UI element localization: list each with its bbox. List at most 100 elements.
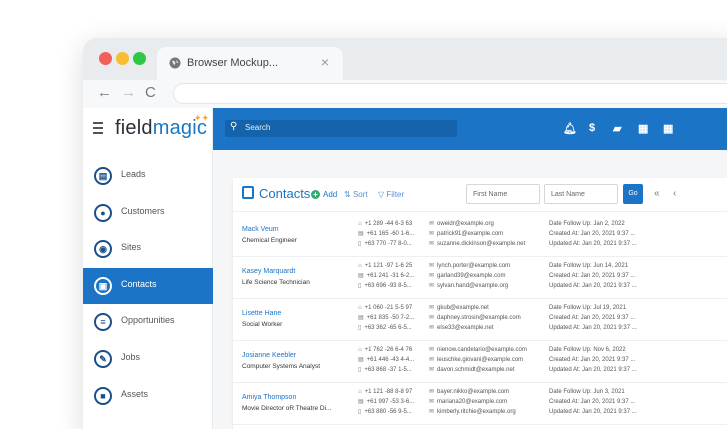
phone-number: +63 880 -56 9-5... <box>364 409 412 415</box>
email-address[interactable]: lynch.porter@example.com <box>437 263 510 269</box>
go-button[interactable]: Go <box>623 184 643 204</box>
email-column: ✉ oweidr@example.org ✉ patrick91@example.co… <box>429 219 525 249</box>
hamburger-menu-icon[interactable] <box>93 122 103 137</box>
globe-icon <box>169 57 181 69</box>
date-info: Updated At: Jan 20, 2021 9:37 ... <box>549 325 637 331</box>
email-column: ✉ nienow.candelario@example.com ✉ leuschke.… <box>429 345 527 375</box>
calendar-icon[interactable]: ▦ <box>638 122 648 135</box>
table-row[interactable]: Amiya Thompson Movie Director oR Theatre … <box>233 384 727 425</box>
email-address[interactable]: sylvan.hand@example.org <box>437 283 508 289</box>
phone-number: +61 241 -31 6-2... <box>366 273 415 279</box>
email-address[interactable]: davon.schmidt@example.net <box>437 367 514 373</box>
phone-icon: ⌂ <box>358 263 362 269</box>
email-address[interactable]: nienow.candelario@example.com <box>437 347 527 353</box>
date-info: Date Follow Up: Jun 14, 2021 <box>549 263 629 269</box>
back-arrow-icon[interactable]: ← <box>97 84 112 101</box>
email-address[interactable]: oweidr@example.org <box>437 221 494 227</box>
sidebar-item-jobs[interactable]: ✎ Jobs <box>83 341 213 377</box>
search-input[interactable]: ⚲ Search <box>225 120 457 137</box>
email-address[interactable]: else33@example.net <box>437 325 493 331</box>
phone-icon: ▤ <box>358 273 364 279</box>
sidebar-item-opportunities[interactable]: ≡ Opportunities <box>83 304 213 340</box>
phone-column: ⌂ +1 289 -44 6-3 63 ▤ +61 165 -60 1-6... ▯ +6… <box>358 219 414 249</box>
close-window-button[interactable] <box>99 52 112 65</box>
mail-icon: ✉ <box>429 231 435 237</box>
briefcase-icon: ■ <box>94 386 112 405</box>
dollar-icon[interactable]: $ <box>589 122 595 134</box>
browser-window: Browser Mockup... × ← → C fieldmagic ✦✦ … <box>83 38 727 429</box>
phone-icon: ▯ <box>358 367 362 373</box>
sort-button[interactable]: ⇅ Sort <box>344 190 368 199</box>
browser-tab-bar: Browser Mockup... × <box>83 38 727 80</box>
contact-name[interactable]: Josianne Keebler <box>242 352 296 359</box>
table-row[interactable]: Kasey Marquardt Life Science Technician ⌂ +… <box>233 258 727 299</box>
brand-header: fieldmagic ✦✦ <box>83 108 213 150</box>
toolbox-icon[interactable]: ▰ <box>613 122 621 135</box>
email-address[interactable]: leuschke.giovani@example.com <box>437 357 523 363</box>
contacts-icon <box>242 186 254 199</box>
prev-page-icon[interactable]: ‹ <box>673 188 676 199</box>
dates-column: Date Follow Up: Jun 3, 2021 Created At: J… <box>549 387 637 417</box>
table-row[interactable]: Lisette Hane Social Worker ⌂ +1 060 -21 5-5… <box>233 300 727 341</box>
browser-tab[interactable]: Browser Mockup... × <box>157 47 343 80</box>
tab-close-icon[interactable]: × <box>321 54 329 70</box>
last-name-input[interactable]: Last Name <box>544 184 618 204</box>
reload-icon[interactable]: C <box>145 84 156 101</box>
contact-name[interactable]: Amiya Thompson <box>242 394 296 401</box>
calendar-icon-2[interactable]: ▦ <box>663 122 673 135</box>
email-address[interactable]: kimberly.ritchie@example.org <box>437 409 516 415</box>
first-name-input[interactable]: First Name <box>466 184 540 204</box>
contact-name[interactable]: Kasey Marquardt <box>242 268 295 275</box>
main-content: Contacts + Add ⇅ Sort ▽ Filter First Name… <box>213 150 727 429</box>
phone-number: +1 121 -97 1-6 25 <box>364 263 413 269</box>
phone-number: +63 362 -65 6-5... <box>364 325 412 331</box>
contact-name[interactable]: Mack Veum <box>242 226 279 233</box>
email-address[interactable]: patrick91@example.com <box>437 231 503 237</box>
contacts-header: Contacts + Add ⇅ Sort ▽ Filter First Name… <box>233 178 727 212</box>
page-title: Contacts <box>259 186 311 201</box>
date-info: Date Follow Up: Jun 3, 2021 <box>549 389 625 395</box>
table-row[interactable]: Josianne Keebler Computer Systems Analyst… <box>233 342 727 383</box>
first-page-icon[interactable]: « <box>654 188 660 199</box>
sidebar-item-contacts[interactable]: ▣ Contacts <box>83 267 213 304</box>
phone-number: +1 289 -44 6-3 63 <box>364 221 413 227</box>
filter-button[interactable]: ▽ Filter <box>378 190 404 199</box>
customers-icon: ● <box>94 203 112 222</box>
email-address[interactable]: garland39@example.com <box>437 273 505 279</box>
email-address[interactable]: suzanne.dickinson@example.net <box>437 241 525 247</box>
email-address[interactable]: mariana20@example.com <box>437 399 507 405</box>
address-bar[interactable] <box>173 83 727 104</box>
mail-icon: ✉ <box>429 221 435 227</box>
sidebar-item-leads[interactable]: ▤ Leads <box>83 158 213 194</box>
phone-icon: ▤ <box>358 357 364 363</box>
phone-number: +61 165 -60 1-6... <box>366 231 415 237</box>
sparkle-icon: ✦✦ <box>194 113 210 123</box>
phone-icon: ⌂ <box>358 347 362 353</box>
tab-title: Browser Mockup... <box>187 57 279 69</box>
maximize-window-button[interactable] <box>133 52 146 65</box>
email-column: ✉ gkub@example.net ✉ daphney.strosin@exampl… <box>429 303 521 333</box>
sidebar-item-assets[interactable]: ■ Assets <box>83 378 213 414</box>
dates-column: Date Follow Up: Nov 6, 2022 Created At: J… <box>549 345 637 375</box>
contact-name[interactable]: Lisette Hane <box>242 310 281 317</box>
date-info: Date Follow Up: Jan 2, 2022 <box>549 221 625 227</box>
email-address[interactable]: bayer.nikko@example.com <box>437 389 509 395</box>
sidebar-item-customers[interactable]: ● Customers <box>83 195 213 231</box>
contact-job-title: Life Science Technician <box>242 279 310 286</box>
phone-icon: ⌂ <box>358 389 362 395</box>
date-info: Updated At: Jan 20, 2021 9:37 ... <box>549 367 637 373</box>
sidebar-item-sites[interactable]: ◉ Sites <box>83 231 213 267</box>
table-row[interactable]: Mack Veum Chemical Engineer ⌂ +1 289 -44 6-… <box>233 216 727 257</box>
email-address[interactable]: gkub@example.net <box>437 305 489 311</box>
minimize-window-button[interactable] <box>116 52 129 65</box>
forward-arrow-icon[interactable]: → <box>121 84 136 101</box>
contact-job-title: Chemical Engineer <box>242 237 297 244</box>
contact-job-title: Computer Systems Analyst <box>242 363 321 370</box>
phone-number: +63 696 -93 8-5... <box>364 283 412 289</box>
add-contact-button[interactable]: + Add <box>311 190 337 199</box>
mail-icon: ✉ <box>429 241 435 247</box>
bell-icon[interactable]: 🔔︎ <box>563 122 577 135</box>
email-address[interactable]: daphney.strosin@example.com <box>437 315 521 321</box>
phone-number: +63 770 -77 8-0... <box>364 241 412 247</box>
date-info: Date Follow Up: Nov 6, 2022 <box>549 347 626 353</box>
